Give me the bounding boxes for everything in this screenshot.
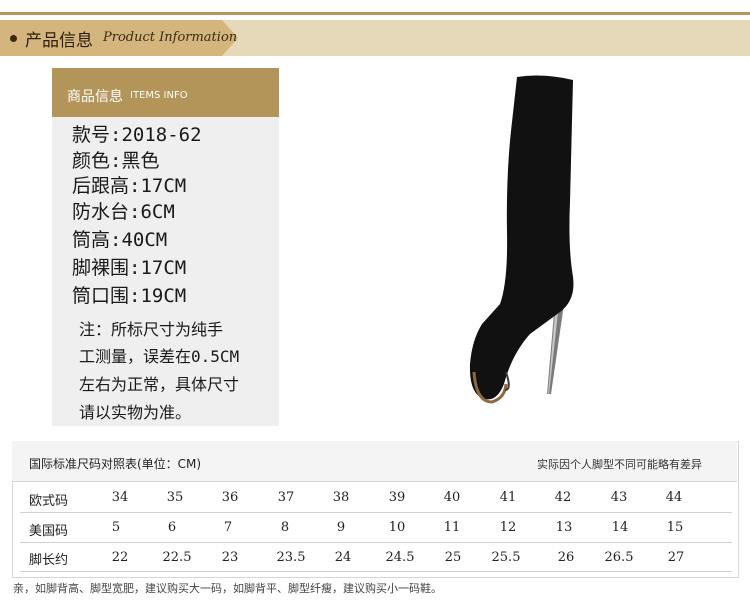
section-title-en: Product Information bbox=[103, 30, 238, 45]
row-divider bbox=[20, 512, 732, 513]
bullet-dot-icon bbox=[10, 35, 17, 42]
table-cell: 12 bbox=[499, 520, 517, 535]
table-cell: 41 bbox=[499, 490, 517, 505]
info-header-cn: 商品信息 bbox=[67, 89, 123, 105]
table-cell: 22.5 bbox=[162, 550, 192, 565]
info-header-en: ITEMS INFO bbox=[130, 90, 188, 101]
spec-ankle-circumference: 脚裸围:17CM bbox=[72, 257, 187, 279]
size-table-note: 实际因个人脚型不同可能略有差异 bbox=[537, 458, 702, 471]
table-cell: 39 bbox=[388, 490, 406, 505]
table-cell: 25.5 bbox=[491, 550, 521, 565]
table-cell: 8 bbox=[280, 520, 290, 535]
row-label-eu: 欧式码 bbox=[29, 494, 69, 509]
table-cell: 6 bbox=[167, 520, 177, 535]
table-cell: 34 bbox=[111, 490, 129, 505]
table-cell: 27 bbox=[667, 550, 685, 565]
spec-shaft-height: 筒高:40CM bbox=[72, 229, 168, 251]
row-label-us: 美国码 bbox=[29, 524, 69, 539]
table-cell: 24.5 bbox=[385, 550, 415, 565]
table-cell: 11 bbox=[443, 520, 461, 535]
measurement-note-line: 请以实物为准。 bbox=[79, 403, 192, 422]
table-cell: 13 bbox=[555, 520, 573, 535]
table-cell: 7 bbox=[223, 520, 233, 535]
measurement-note-line: 注：所标尺寸为纯手 bbox=[79, 320, 224, 339]
table-cell: 26.5 bbox=[604, 550, 634, 565]
row-divider bbox=[20, 542, 732, 543]
size-table-title: 国际标准尺码对照表(单位：CM) bbox=[29, 457, 202, 471]
top-divider-line bbox=[0, 12, 750, 15]
row-label-foot-length: 脚长约 bbox=[29, 553, 69, 568]
table-cell: 22 bbox=[111, 550, 129, 565]
table-cell: 42 bbox=[554, 490, 572, 505]
table-cell: 14 bbox=[611, 520, 629, 535]
table-cell: 43 bbox=[610, 490, 628, 505]
table-cell: 35 bbox=[166, 490, 184, 505]
spec-opening-circumference: 筒口围:19CM bbox=[72, 285, 187, 307]
sizing-advice-footer: 亲，如脚背高、脚型宽肥，建议购买大一码，如脚背平、脚型纤瘦，建议购买小一码鞋。 bbox=[13, 582, 442, 595]
table-cell: 5 bbox=[111, 520, 121, 535]
spec-heel-height: 后跟高:17CM bbox=[72, 175, 187, 197]
table-cell: 25 bbox=[444, 550, 462, 565]
table-cell: 44 bbox=[665, 490, 683, 505]
table-cell: 23 bbox=[221, 550, 239, 565]
table-cell: 38 bbox=[332, 490, 350, 505]
boot-product-image bbox=[469, 75, 574, 404]
table-cell: 10 bbox=[388, 520, 406, 535]
spec-color: 颜色:黑色 bbox=[72, 150, 160, 172]
spec-platform-height: 防水台:6CM bbox=[72, 201, 175, 223]
table-cell: 37 bbox=[277, 490, 295, 505]
table-cell: 24 bbox=[334, 550, 352, 565]
table-cell: 26 bbox=[557, 550, 575, 565]
table-cell: 23.5 bbox=[276, 550, 306, 565]
measurement-note-line: 左右为正常，具体尺寸 bbox=[79, 375, 240, 394]
table-cell: 9 bbox=[336, 520, 346, 535]
table-cell: 36 bbox=[221, 490, 239, 505]
row-divider bbox=[20, 571, 732, 572]
table-cell: 40 bbox=[443, 490, 461, 505]
measurement-note-line: 工测量，误差在0.5CM bbox=[79, 347, 240, 366]
spec-style-number: 款号:2018-62 bbox=[72, 124, 202, 146]
section-title-cn: 产品信息 bbox=[25, 31, 93, 51]
table-cell: 15 bbox=[666, 520, 684, 535]
